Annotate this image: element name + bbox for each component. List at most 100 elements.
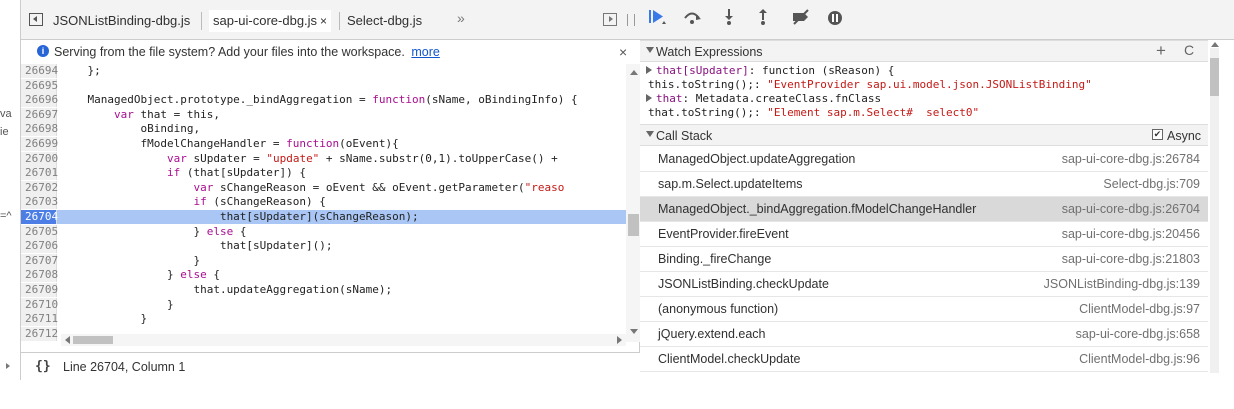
call-frame-selected[interactable]: ManagedObject._bindAggregation.fModelCha… [640,197,1208,222]
line-number[interactable]: 26702 [21,180,58,195]
step-out-icon[interactable] [756,8,770,30]
scroll-thumb[interactable] [73,336,113,344]
info-icon: i [37,45,49,57]
code-line[interactable]: 26696 ManagedObject.prototype._bindAggre… [21,93,626,108]
tab-select[interactable]: Select-dbg.js [347,10,422,32]
code-line[interactable]: 26707 } [21,253,626,268]
line-number[interactable]: 26701 [21,166,58,181]
code-line[interactable]: 26711 } [21,312,626,327]
call-frame[interactable]: EventProvider.fireEvent sap-ui-core-dbg.j… [640,222,1208,247]
scroll-down-icon[interactable] [630,329,638,334]
scroll-up-icon[interactable] [630,70,638,75]
scroll-left-icon[interactable] [65,336,70,344]
frame-location[interactable]: sap-ui-core-dbg.js:20456 [1062,227,1200,241]
editor-horizontal-scrollbar[interactable] [61,334,626,346]
call-frame[interactable]: JSONListBinding.checkUpdate JSONListBindi… [640,272,1208,297]
collapse-icon[interactable] [646,131,654,137]
code-line[interactable]: 26706 that[sUpdater](); [21,239,626,254]
navigator-toggle-icon[interactable] [29,13,43,26]
call-frame[interactable]: ClientModel.checkUpdate ClientModel-dbg.j… [640,347,1208,372]
expand-icon[interactable] [646,94,652,102]
debugger-scrollbar[interactable] [1208,40,1234,407]
code-text: } else { [61,224,247,238]
frame-location[interactable]: Select-dbg.js:709 [1103,177,1200,191]
watch-row[interactable]: that: Metadata.createClass.fnClass [646,92,881,106]
watch-row[interactable]: this.toString();: "EventProvider sap.ui.… [648,78,1092,92]
line-number[interactable]: 26712 [21,326,58,341]
code-line[interactable]: 26705 } else { [21,224,626,239]
line-number[interactable]: 26699 [21,137,58,151]
frame-location[interactable]: JSONListBinding-dbg.js:139 [1044,277,1200,291]
line-number[interactable]: 26698 [21,122,58,137]
tab-jsonlistbinding[interactable]: JSONListBinding-dbg.js [53,10,190,32]
call-frame[interactable]: sap.m.Select.updateItems Select-dbg.js:70… [640,172,1208,197]
code-line[interactable]: 26708 } else { [21,268,626,283]
tab-sap-ui-core[interactable]: sap-ui-core-dbg.js × [209,10,332,32]
call-frame[interactable]: Binding._fireChange sap-ui-core-dbg.js:21… [640,247,1208,272]
resume-icon[interactable] [648,8,668,30]
step-into-icon[interactable] [722,8,736,30]
code-line[interactable]: 26699 fModelChangeHandler = function(oEv… [21,137,626,151]
async-checkbox[interactable]: ✔ [1152,129,1163,140]
code-line[interactable]: 26700 var sUpdater = "update" + sName.su… [21,151,626,166]
pause-on-exceptions-icon[interactable] [828,8,842,30]
line-number[interactable]: 26706 [21,239,58,254]
frame-location[interactable]: sap-ui-core-dbg.js:26784 [1062,152,1200,166]
line-number[interactable]: 26709 [21,283,58,297]
tab-overflow-icon[interactable]: » [457,10,465,26]
line-number[interactable]: 26700 [21,151,58,166]
scroll-right-icon[interactable] [617,336,622,344]
line-number[interactable]: 26710 [21,297,58,312]
line-number[interactable]: 26711 [21,312,58,327]
deactivate-breakpoints-icon[interactable] [790,8,812,30]
add-watch-icon[interactable]: + [1156,41,1166,61]
line-number[interactable]: 26695 [21,78,58,93]
watch-expressions-header[interactable]: Watch Expressions + C [640,40,1208,62]
close-tab-icon[interactable]: × [320,14,327,28]
editor-vertical-scrollbar[interactable] [626,64,641,342]
expand-drawer-icon[interactable] [6,363,10,369]
pretty-print-button[interactable]: {} [35,359,51,374]
frame-location[interactable]: ClientModel-dbg.js:96 [1079,352,1200,366]
line-number[interactable]: 26694 [21,64,58,78]
call-frame[interactable]: ManagedObject.updateAggregation sap-ui-co… [640,147,1208,172]
scroll-thumb[interactable] [1210,58,1219,96]
close-infobar-icon[interactable]: × [619,44,627,60]
code-line[interactable]: 26697 var that = this, [21,107,626,122]
line-number[interactable]: 26708 [21,268,58,283]
line-number[interactable]: 26707 [21,253,58,268]
collapse-icon[interactable] [646,47,654,53]
frame-location[interactable]: sap-ui-core-dbg.js:21803 [1062,252,1200,266]
infobar-more-link[interactable]: more [411,45,439,59]
frame-location[interactable]: sap-ui-core-dbg.js:658 [1076,327,1200,341]
code-line[interactable]: 26698 oBinding, [21,122,626,137]
scroll-up-icon[interactable] [1211,42,1219,47]
frame-location[interactable]: ClientModel-dbg.js:97 [1079,302,1200,316]
code-line[interactable]: 26710 } [21,297,626,312]
frame-location[interactable]: sap-ui-core-dbg.js:26704 [1062,202,1200,216]
toggle-debugger-icon[interactable] [603,13,617,26]
code-line[interactable]: 26695 [21,78,626,93]
code-line[interactable]: 26694 }; [21,64,626,78]
code-line[interactable]: 26702 var sChangeReason = oEvent && oEve… [21,180,626,195]
watch-row[interactable]: that.toString();: "Element sap.m.Select#… [648,106,979,120]
execution-line[interactable]: 26704 that[sUpdater](sChangeReason); [21,210,626,224]
watch-row[interactable]: that[sUpdater]: function (sReason) { [646,64,894,78]
line-number[interactable]: 26705 [21,224,58,239]
code-line[interactable]: 26709 that.updateAggregation(sName); [21,283,626,297]
call-frame[interactable]: (anonymous function) ClientModel-dbg.js:9… [640,297,1208,322]
call-frame[interactable]: jQuery.extend.each sap-ui-core-dbg.js:658 [640,322,1208,347]
line-number[interactable]: 26703 [21,195,58,210]
code-line[interactable]: 26703 if (sChangeReason) { [21,195,626,210]
line-number[interactable]: 26696 [21,93,58,108]
step-over-icon[interactable] [682,8,702,30]
code-editor[interactable]: 26694 }; 26695 26696 ManagedObject.prototy… [21,64,641,342]
scroll-thumb[interactable] [628,214,639,236]
code-line[interactable]: 26701 if (that[sUpdater]) { [21,166,626,181]
line-number[interactable]: 26697 [21,107,58,122]
refresh-icon[interactable]: C [1184,42,1194,58]
expand-icon[interactable] [646,66,652,74]
call-stack-header[interactable]: Call Stack ✔ Async [640,124,1208,146]
line-number[interactable]: 26704 [21,210,58,224]
pane-divider-icon[interactable] [627,14,635,26]
